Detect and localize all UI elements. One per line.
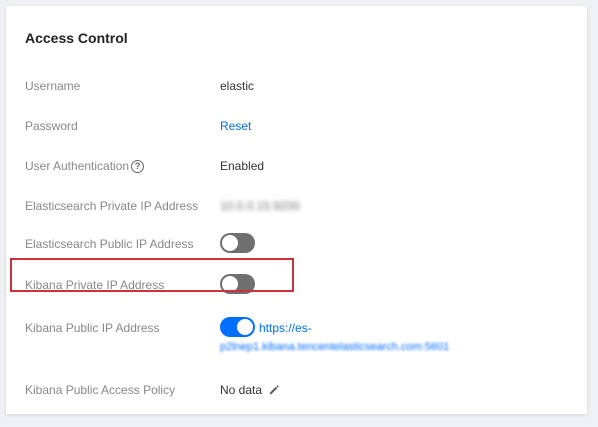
row-es-public-ip: Elasticsearch Public IP Address [6,233,587,255]
user-authentication-label-wrap: User Authentication ? [25,159,145,173]
es-private-ip-label: Elasticsearch Private IP Address [25,199,199,213]
username-label: Username [25,79,81,93]
reset-password-link[interactable]: Reset [220,119,251,133]
pencil-icon[interactable] [269,384,280,398]
row-password: Password Reset [6,116,587,138]
user-authentication-value: Enabled [220,159,265,173]
row-kibana-access-policy: Kibana Public Access Policy No data [6,380,587,402]
username-value: elastic [220,79,255,93]
kibana-public-ip-toggle[interactable] [220,317,255,337]
es-public-ip-label: Elasticsearch Public IP Address [25,237,194,251]
toggle-knob [237,319,253,335]
es-public-ip-toggle[interactable] [220,233,255,253]
toggle-knob [222,235,238,251]
es-private-ip-value: 10.0.0.15:9200 [220,199,301,213]
kibana-public-ip-label: Kibana Public IP Address [25,321,160,335]
kibana-public-url-link[interactable]: https://es- [259,321,312,335]
access-control-card: Access Control Username elastic Password… [6,6,587,414]
row-es-private-ip: Elasticsearch Private IP Address 10.0.0.… [6,196,587,218]
question-circle-icon[interactable]: ? [131,159,145,173]
kibana-access-policy-value-wrap: No data [220,383,280,398]
password-label: Password [25,119,78,133]
kibana-access-policy-label: Kibana Public Access Policy [25,383,176,397]
kibana-public-url-link-continued[interactable]: p2lnep1.kibana.tencentelasticsearch.com:… [220,341,449,353]
card-title: Access Control [25,30,128,46]
row-username: Username elastic [6,76,587,98]
kibana-access-policy-value: No data [220,383,263,397]
user-authentication-label: User Authentication [25,159,130,173]
highlight-box [10,258,294,292]
row-kibana-public-ip: Kibana Public IP Address https://es- p2l… [6,317,587,357]
row-user-authentication: User Authentication ? Enabled [6,156,587,178]
